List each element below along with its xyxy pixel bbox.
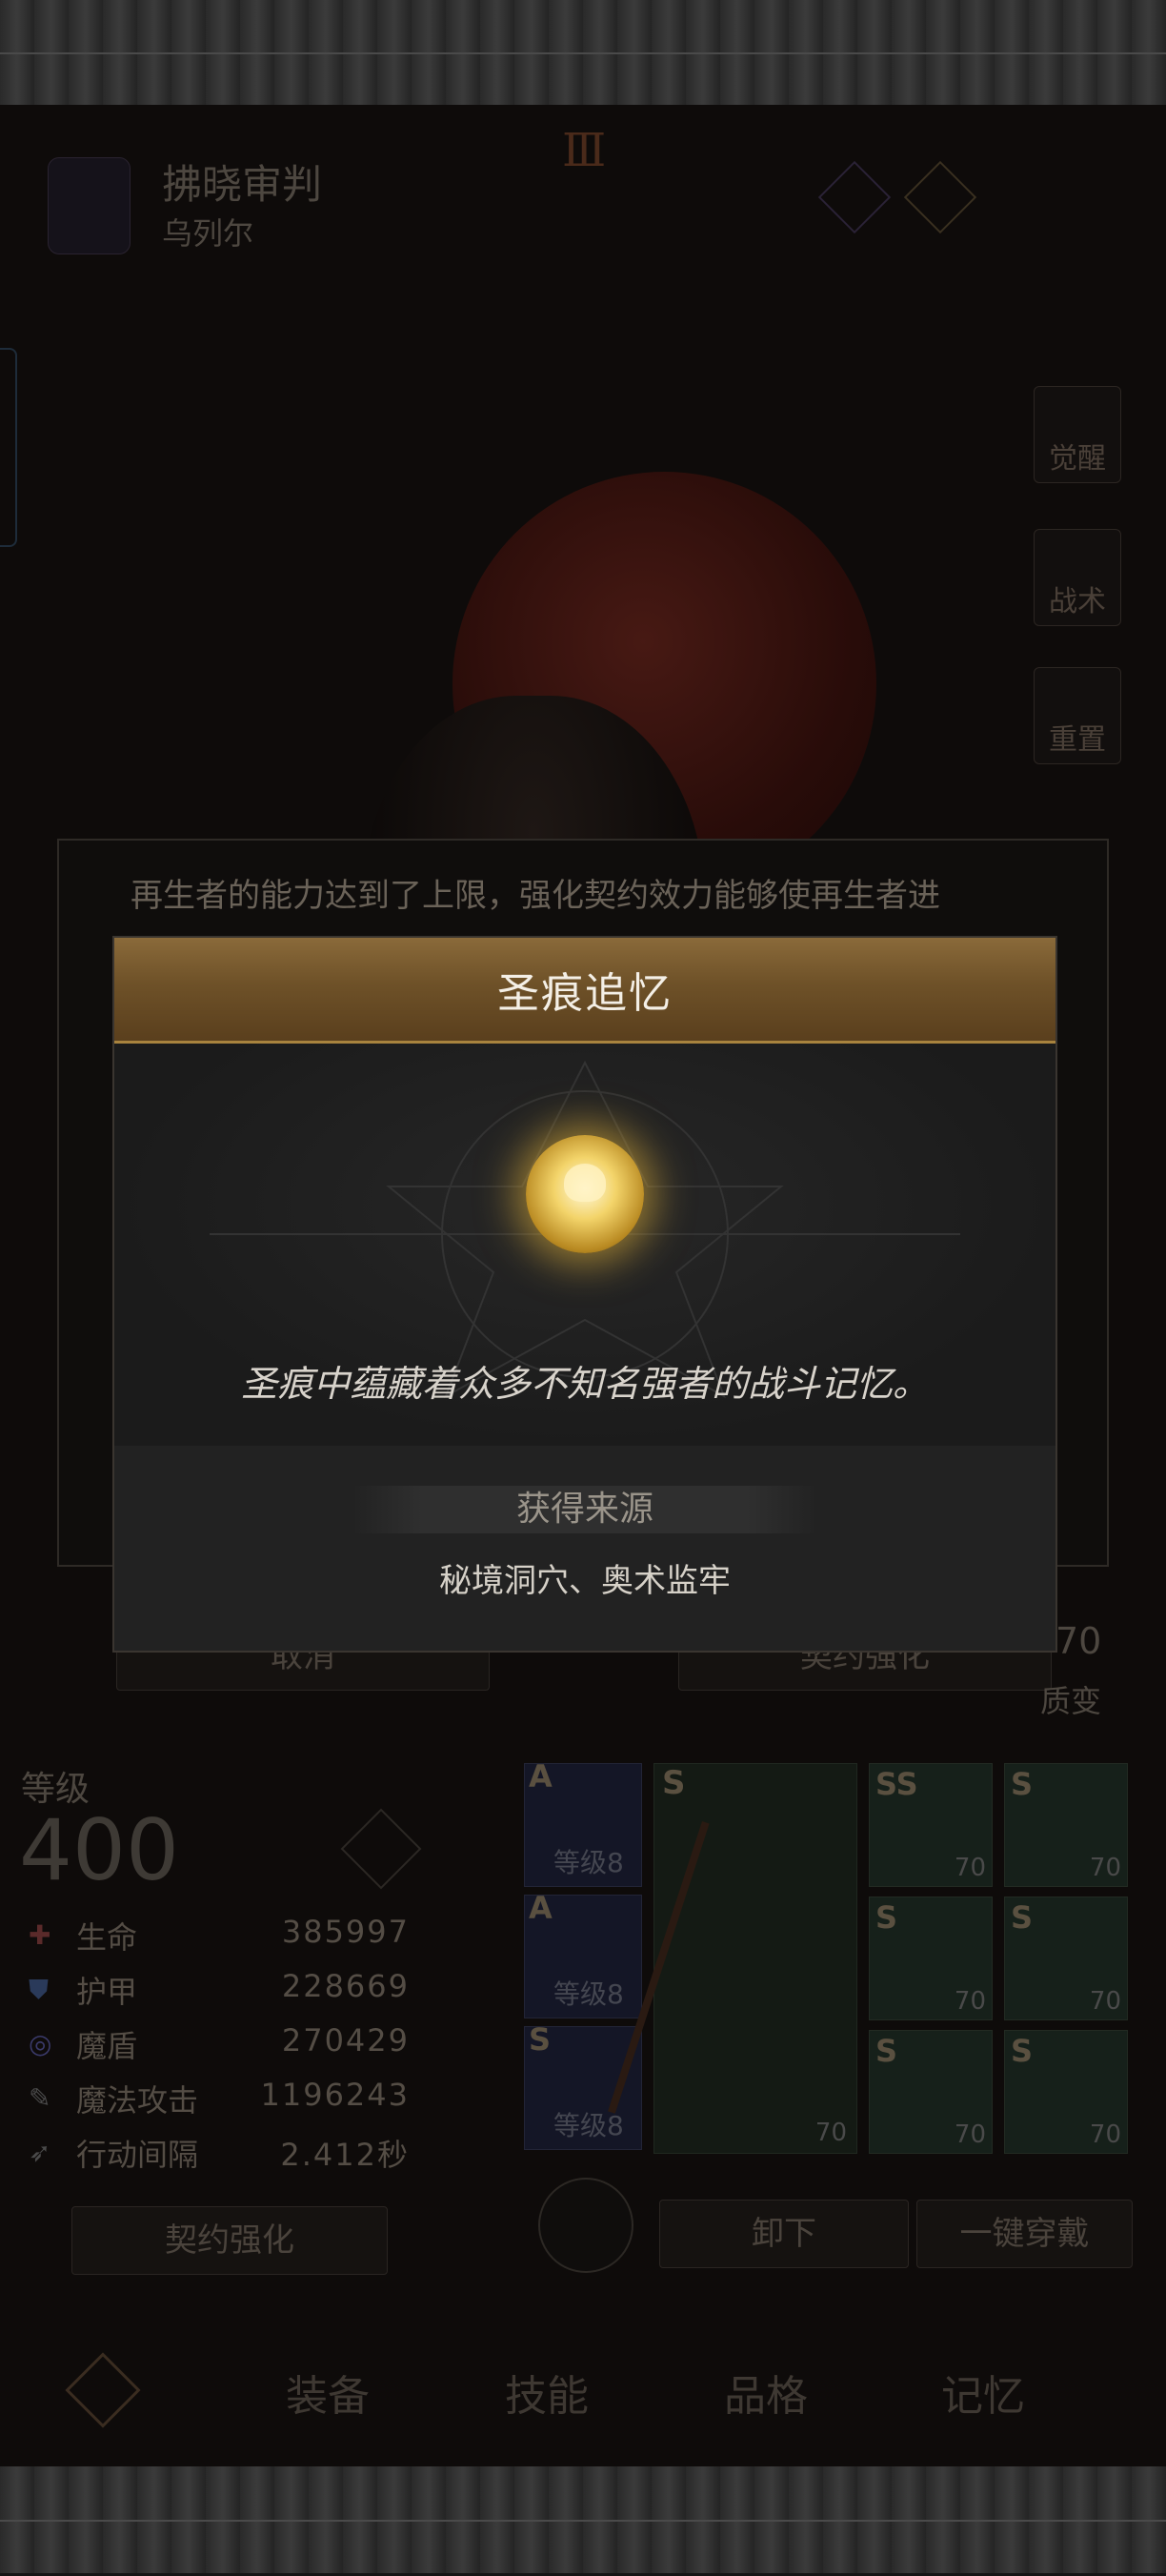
item-description: 圣痕中蕴藏着众多不知名强者的战斗记忆。 bbox=[240, 1363, 929, 1405]
stat-magic-shield: ◎ 魔盾 270429 bbox=[29, 2022, 410, 2070]
dialog-body: 圣痕中蕴藏着众多不知名强者的战斗记忆。 bbox=[114, 1044, 1055, 1448]
stat-magic-shield-label: 魔盾 bbox=[76, 2028, 138, 2064]
equipment-slot[interactable]: S 70 bbox=[1004, 2030, 1128, 2154]
stat-action-interval-label: 行动间隔 bbox=[76, 2137, 199, 2173]
magic-attack-icon: ✎ bbox=[29, 2082, 51, 2114]
transmute-label[interactable]: 质变 bbox=[1040, 1677, 1101, 1721]
equipment-level: 70 bbox=[954, 1987, 986, 2016]
level-value: 400 bbox=[19, 1801, 179, 1899]
equipment-level: 70 bbox=[954, 2120, 986, 2149]
equipment-slot[interactable]: S 70 bbox=[869, 2030, 993, 2154]
stat-armor-label: 护甲 bbox=[76, 1974, 138, 2010]
skill-grade: A bbox=[529, 1758, 553, 1795]
stat-magic-attack-value: 1196243 bbox=[260, 2077, 410, 2113]
tab-skills[interactable]: 技能 bbox=[505, 2362, 589, 2423]
stat-action-interval: ➶ 行动间隔 2.412秒 bbox=[29, 2131, 410, 2179]
contract-enhance-button[interactable]: 契约强化 bbox=[71, 2206, 388, 2275]
tab-equipment[interactable]: 装备 bbox=[286, 2362, 370, 2423]
tactics-label: 战术 bbox=[1049, 585, 1106, 619]
skill-slot[interactable]: A 等级8 bbox=[524, 1758, 642, 1887]
weapon-grade: S bbox=[662, 1764, 686, 1802]
equipment-grade: S bbox=[1011, 1899, 1034, 1936]
equipment-level: 70 bbox=[1089, 2120, 1121, 2149]
equipment-grade: S bbox=[875, 2033, 898, 2069]
skill-slot[interactable]: S 等级8 bbox=[524, 2021, 642, 2150]
equipment-slot[interactable]: SS 70 bbox=[869, 1763, 993, 1887]
equipment-grade: S bbox=[1011, 2033, 1034, 2069]
source-text: 秘境洞穴、奥术监牢 bbox=[439, 1562, 731, 1600]
action-interval-icon: ➶ bbox=[29, 2137, 51, 2168]
transmute-level: 70 bbox=[1055, 1620, 1102, 1662]
skill-level: 等级8 bbox=[553, 1978, 624, 2010]
stat-action-interval-value: 2.412秒 bbox=[280, 2137, 410, 2173]
equipment-level: 70 bbox=[954, 1854, 986, 1882]
equipment-grade: S bbox=[1011, 1766, 1034, 1802]
tab-character[interactable]: 品格 bbox=[724, 2362, 808, 2423]
armor-icon: ⛊ bbox=[29, 1974, 50, 2005]
character-subtitle: 乌列尔 bbox=[162, 215, 254, 252]
dialog-title: 圣痕追忆 bbox=[497, 969, 673, 1018]
skill-level: 等级8 bbox=[553, 1847, 624, 1878]
awaken-button[interactable]: 觉醒 bbox=[1034, 386, 1121, 483]
reset-label: 重置 bbox=[1049, 723, 1106, 757]
unequip-button[interactable]: 卸下 bbox=[659, 2200, 909, 2268]
equipment-slot[interactable]: S 70 bbox=[869, 1897, 993, 2020]
compass-icon[interactable] bbox=[538, 2178, 633, 2273]
magic-shield-icon: ◎ bbox=[29, 2028, 52, 2059]
weapon-level: 70 bbox=[814, 2119, 847, 2147]
equipment-level: 70 bbox=[1089, 1854, 1121, 1882]
stat-hp-label: 生命 bbox=[76, 1919, 138, 1956]
equipment-level: 70 bbox=[1089, 1987, 1121, 2016]
stat-magic-shield-value: 270429 bbox=[281, 2022, 410, 2059]
stigmata-orb-icon bbox=[526, 1135, 644, 1253]
tactics-button[interactable]: 战术 bbox=[1034, 529, 1121, 626]
equip-all-button[interactable]: 一键穿戴 bbox=[916, 2200, 1133, 2268]
stat-magic-attack-label: 魔法攻击 bbox=[76, 2082, 199, 2119]
left-edge-tab[interactable] bbox=[0, 348, 17, 547]
reset-button[interactable]: 重置 bbox=[1034, 667, 1121, 764]
skill-grade: A bbox=[529, 1890, 553, 1926]
element-icon bbox=[48, 157, 131, 254]
dialog-header: 圣痕追忆 bbox=[114, 938, 1055, 1044]
equipment-slot[interactable]: S 70 bbox=[1004, 1763, 1128, 1887]
top-frame-bar bbox=[0, 0, 1166, 108]
stat-armor: ⛊ 护甲 228669 bbox=[29, 1968, 410, 2016]
equipment-slot[interactable]: S 70 bbox=[1004, 1897, 1128, 2020]
stat-magic-attack: ✎ 魔法攻击 1196243 bbox=[29, 2077, 410, 2124]
weapon-slot[interactable]: S 70 bbox=[608, 1763, 857, 2154]
character-name: 拂晓审判 bbox=[162, 161, 323, 208]
stat-armor-value: 228669 bbox=[281, 1968, 410, 2004]
equipment-grade: S bbox=[875, 1899, 898, 1936]
back-button[interactable] bbox=[65, 2352, 181, 2428]
dialog-footer: 获得来源 秘境洞穴、奥术监牢 bbox=[114, 1446, 1055, 1651]
item-info-dialog: 圣痕追忆 圣痕中蕴藏着众多不知名强者的战斗记忆。 获得来源 秘境洞穴、奥术监牢 bbox=[112, 936, 1057, 1653]
hp-icon: ✚ bbox=[29, 1919, 51, 1951]
rank-badge: Ⅲ bbox=[562, 124, 607, 177]
stat-hp: ✚ 生命 385997 bbox=[29, 1914, 410, 1961]
skill-grade: S bbox=[529, 2021, 552, 2058]
skill-slot[interactable]: A 等级8 bbox=[524, 1890, 642, 2018]
equipment-grade: SS bbox=[875, 1766, 918, 1802]
back-arrow-icon bbox=[65, 2352, 141, 2428]
source-label: 获得来源 bbox=[352, 1486, 817, 1533]
tab-memory[interactable]: 记忆 bbox=[941, 2362, 1025, 2423]
awaken-label: 觉醒 bbox=[1049, 442, 1106, 476]
bottom-frame-bar bbox=[0, 2466, 1166, 2576]
contract-panel-text: 再生者的能力达到了上限，强化契约效力能够使再生者进 bbox=[131, 877, 940, 915]
stat-hp-value: 385997 bbox=[281, 1914, 410, 1950]
